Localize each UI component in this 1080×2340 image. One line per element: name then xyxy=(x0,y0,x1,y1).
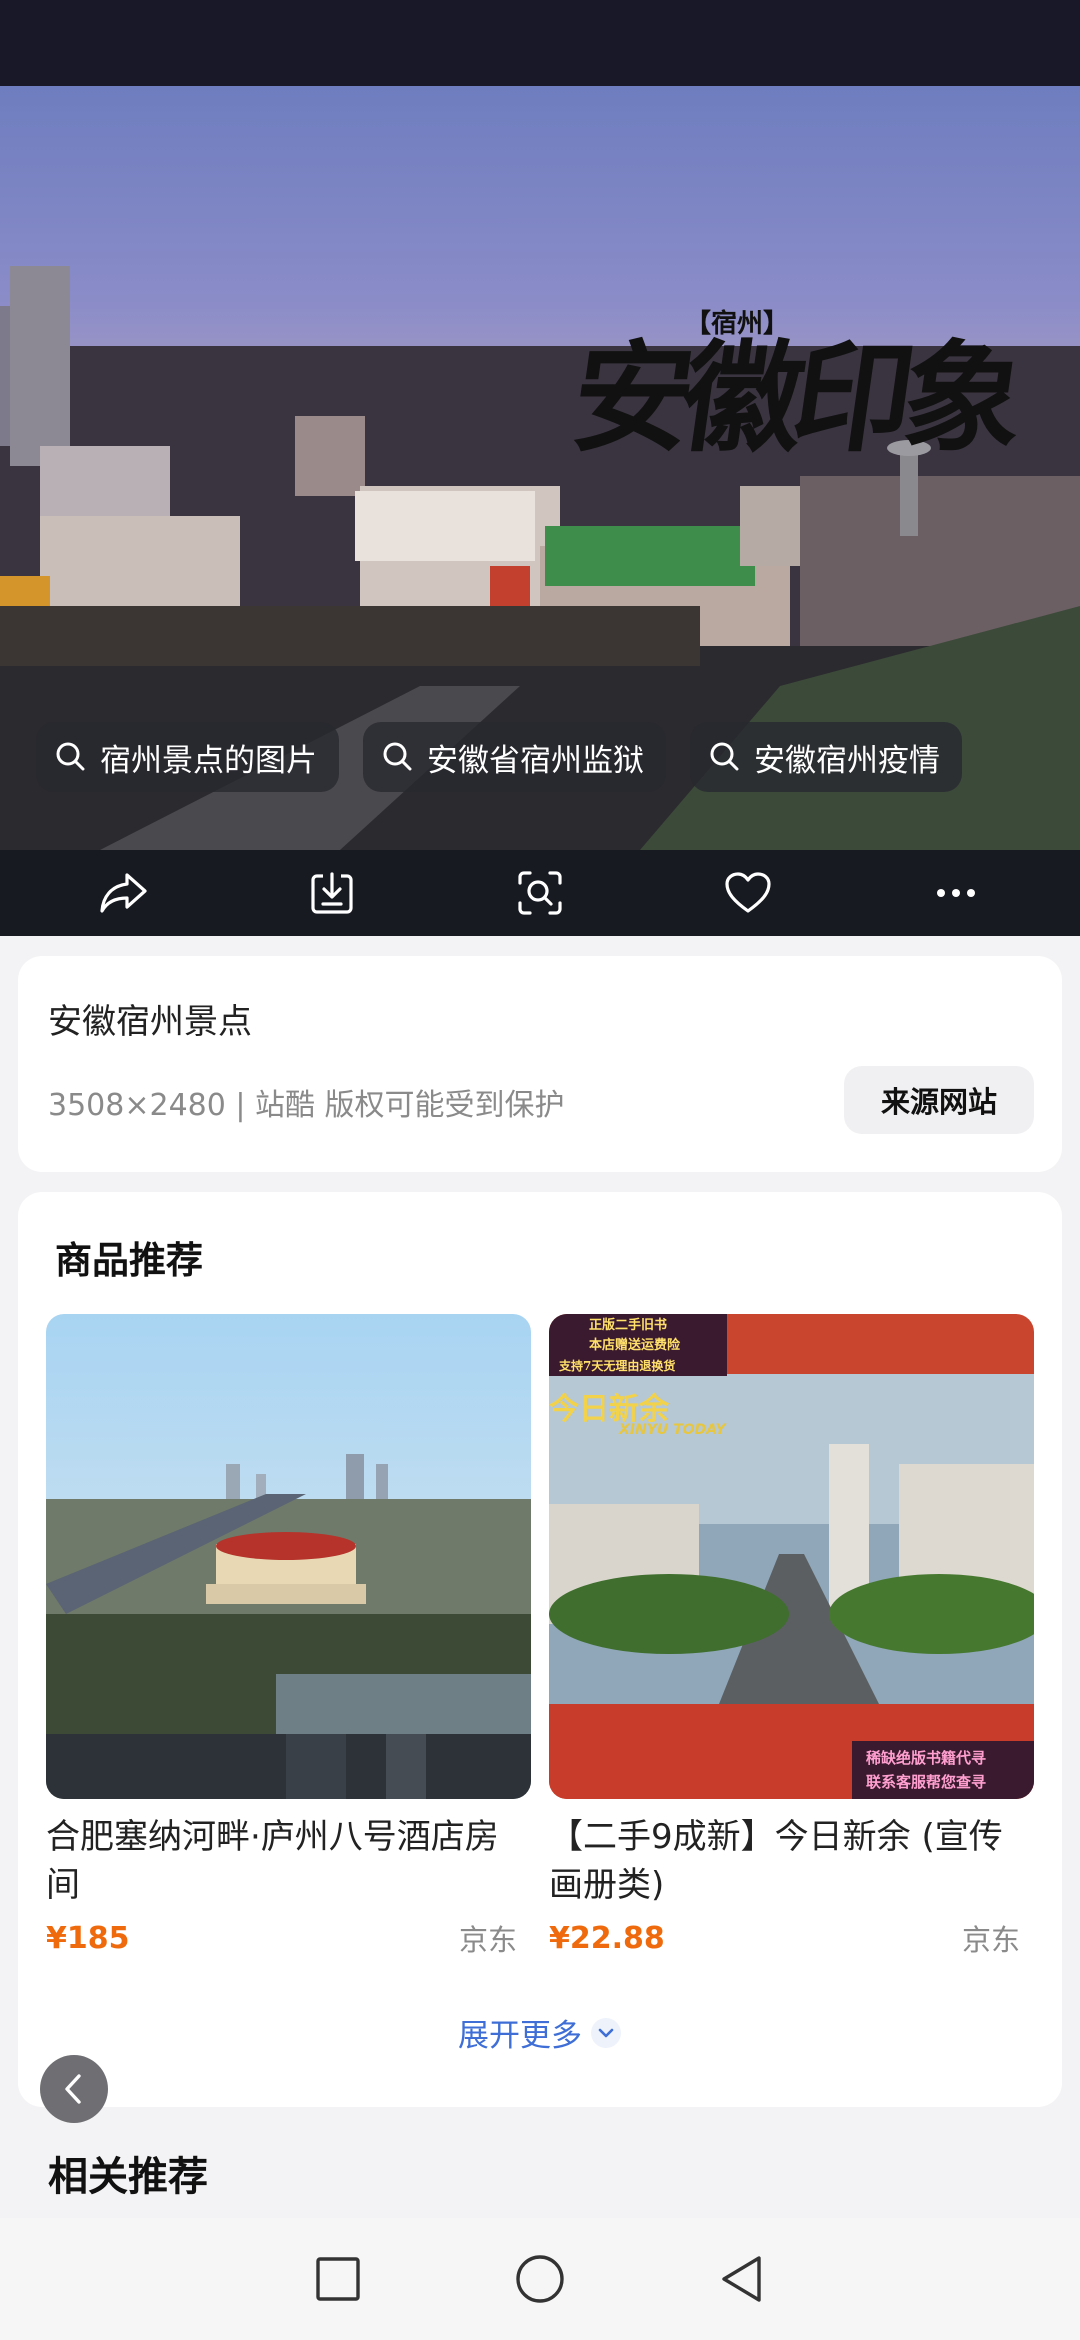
product-card[interactable]: 正版二手旧书 本店赠送运费险 支持7天无理由退换货 今日新余 XINYU TOD… xyxy=(549,1314,1034,1959)
badge-line: 本店赠送运费险 xyxy=(589,1338,681,1353)
product-name: 合肥塞纳河畔·庐州八号酒店房间 xyxy=(46,1817,499,1905)
triangle-back-icon xyxy=(722,2256,761,2302)
related-search-chips: 宿州景点的图片 安徽省宿州监狱 安徽宿州疫情 xyxy=(36,722,962,792)
status-bar xyxy=(0,0,1080,86)
search-icon xyxy=(710,742,739,771)
favorite-button[interactable] xyxy=(720,865,776,921)
search-chip[interactable]: 宿州景点的图片 xyxy=(36,722,339,792)
product-card[interactable]: 合肥塞纳河畔·庐州八号酒店房间 ¥185 京东 xyxy=(46,1314,531,1959)
share-icon xyxy=(100,873,147,913)
recent-apps-button[interactable] xyxy=(312,2253,364,2305)
section-title: 商品推荐 xyxy=(55,1239,203,1282)
image-info-card: 安徽宿州景点 3508×2480 | 站酷 版权可能受到保护 来源网站 xyxy=(18,956,1062,1172)
home-button[interactable] xyxy=(514,2253,566,2305)
related-section-title: 相关推荐 xyxy=(48,2154,208,2200)
image-title: 安徽宿州景点 xyxy=(48,1002,252,1042)
circle-icon xyxy=(516,2255,564,2303)
expand-more-button[interactable]: 展开更多 xyxy=(18,2010,1062,2055)
favorite-icon xyxy=(725,872,771,913)
badge-line: 支持7天无理由退换货 xyxy=(559,1359,676,1373)
hero-image[interactable]: 【宿州】 安徽印象 宿州景点的图片 安徽省宿州监狱 安徽宿州疫情 xyxy=(0,86,1080,850)
download-icon xyxy=(311,872,353,914)
expand-more-label: 展开更多 xyxy=(458,2018,582,2054)
banner-subtitle: XINYU TODAY xyxy=(619,1422,726,1438)
back-nav-button[interactable] xyxy=(716,2253,768,2305)
badge-line: 稀缺绝版书籍代寻 xyxy=(866,1749,987,1767)
badge-line: 正版二手旧书 xyxy=(589,1318,668,1333)
search-icon xyxy=(56,742,85,771)
source-site-button[interactable]: 来源网站 xyxy=(844,1066,1034,1134)
system-navigation-bar xyxy=(0,2218,1080,2340)
search-chip[interactable]: 安徽省宿州监狱 xyxy=(363,722,666,792)
visual-search-button[interactable] xyxy=(512,865,568,921)
product-image: 正版二手旧书 本店赠送运费险 支持7天无理由退换货 今日新余 XINYU TOD… xyxy=(549,1314,1034,1799)
product-shop: 京东 xyxy=(961,1923,1020,1957)
product-name: 【二手9成新】今日新余 (宣传画册类) xyxy=(549,1817,1003,1905)
search-icon xyxy=(383,742,412,771)
hero-calligraphy-title: 【宿州】 安徽印象 xyxy=(564,261,1024,521)
search-chip-label: 安徽省宿州监狱 xyxy=(427,742,644,779)
product-price: ¥185 xyxy=(46,1920,130,1956)
badge-line: 联系客服帮您查寻 xyxy=(866,1773,987,1791)
product-recommendations: 商品推荐 合肥塞纳河畔·庐州八号酒店房间 ¥185 京东 正版二手旧书 本店赠送… xyxy=(18,1192,1062,2107)
back-button[interactable] xyxy=(40,2055,108,2123)
product-shop: 京东 xyxy=(458,1923,517,1957)
search-chip[interactable]: 安徽宿州疫情 xyxy=(690,722,962,792)
image-action-bar xyxy=(0,850,1080,936)
hero-title: 安徽印象 xyxy=(563,328,1024,469)
share-button[interactable] xyxy=(96,865,152,921)
image-meta: 3508×2480 | 站酷 版权可能受到保护 xyxy=(48,1088,565,1123)
visual-search-icon xyxy=(518,871,562,915)
more-icon xyxy=(937,889,975,897)
download-button[interactable] xyxy=(304,865,360,921)
product-price: ¥22.88 xyxy=(549,1920,665,1956)
search-chip-label: 宿州景点的图片 xyxy=(100,742,317,779)
chevron-left-icon xyxy=(65,2074,81,2104)
more-button[interactable] xyxy=(928,865,984,921)
search-chip-label: 安徽宿州疫情 xyxy=(754,742,940,779)
product-image xyxy=(46,1314,531,1799)
square-icon xyxy=(316,2257,360,2301)
chevron-down-icon xyxy=(591,2017,621,2048)
